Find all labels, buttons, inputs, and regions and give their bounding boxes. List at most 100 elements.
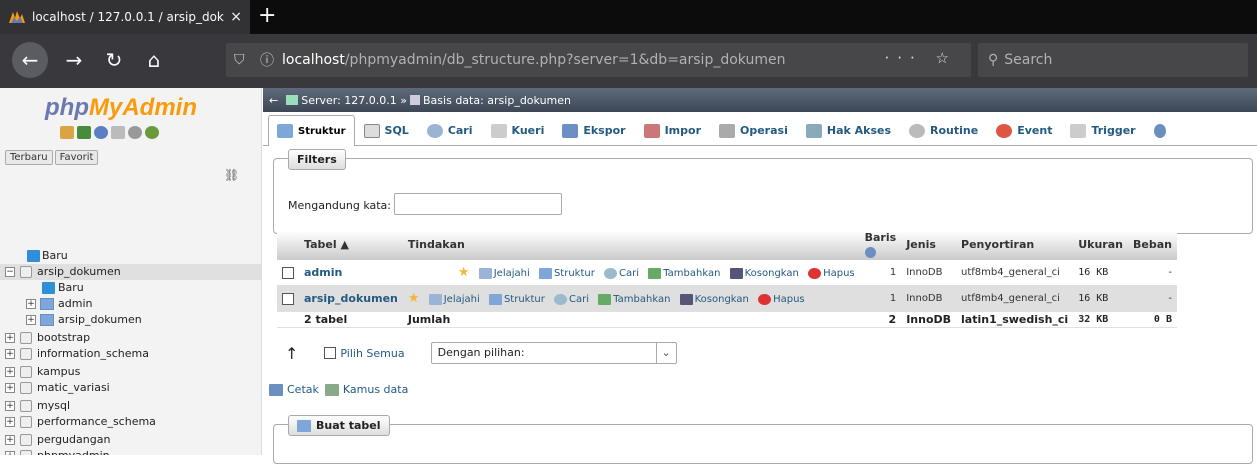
back-icon[interactable]: ←	[12, 42, 48, 78]
structure-link[interactable]: Struktur	[504, 294, 545, 305]
structure-icon	[277, 124, 293, 138]
expand-icon[interactable]: +	[5, 367, 15, 377]
help-icon[interactable]	[864, 246, 876, 258]
create-table-legend[interactable]: Buat tabel	[288, 415, 390, 436]
empty-link[interactable]: Kosongkan	[745, 268, 799, 279]
collapse-sidebar-icon[interactable]: ←	[269, 94, 278, 107]
browse-link[interactable]: Jelajahi	[444, 294, 480, 305]
table-name-link[interactable]: arsip_dokumen	[299, 285, 403, 312]
tab-triggers[interactable]: Trigger	[1061, 115, 1144, 145]
phpmyadmin-favicon-icon	[9, 11, 25, 23]
tables-list: Tabel ▲ Tindakan Baris Jenis Penyortiran…	[277, 231, 1177, 328]
tab-privileges[interactable]: Hak Akses	[797, 115, 900, 145]
tab-operations[interactable]: Operasi	[710, 115, 797, 145]
exit-icon[interactable]	[77, 126, 91, 139]
url-path: /phpmyadmin/db_structure.php?server=1&db…	[344, 52, 786, 68]
filter-input[interactable]	[394, 193, 562, 215]
select-all-label[interactable]: Pilih Semua	[340, 347, 404, 360]
tab-query[interactable]: Kueri	[482, 115, 554, 145]
col-rows[interactable]: Baris	[859, 231, 902, 260]
phpmyadmin-logo[interactable]: phpMyAdmin	[45, 94, 197, 122]
insert-link[interactable]: Tambahkan	[613, 294, 670, 305]
insert-link[interactable]: Tambahkan	[663, 268, 720, 279]
structure-link[interactable]: Struktur	[554, 268, 595, 279]
expand-icon[interactable]: +	[5, 333, 15, 343]
site-info-icon[interactable]: ⓘ	[260, 50, 282, 70]
select-all-checkbox[interactable]	[324, 347, 337, 359]
new-icon	[42, 282, 55, 294]
with-selected-dropdown[interactable]: Dengan pilihan: ⌄	[430, 342, 677, 364]
tracking-shield-icon[interactable]: ⛉	[234, 52, 256, 68]
favorite-star-icon[interactable]: ★	[408, 291, 420, 306]
tab-export[interactable]: Ekspor	[553, 115, 634, 145]
tab-search[interactable]: Cari	[418, 115, 482, 145]
link-icon[interactable]: ⛓	[224, 168, 239, 182]
tab-events[interactable]: Event	[987, 115, 1061, 145]
breadcrumb-database[interactable]: Basis data: arsip_dokumen	[423, 94, 571, 107]
tree-item-mysql[interactable]: + mysql	[0, 398, 261, 414]
tab-close-icon[interactable]: ×	[230, 9, 242, 25]
tree-item-arsip-dokumen[interactable]: − arsip_dokumen	[0, 264, 261, 280]
home-icon[interactable]	[60, 126, 74, 139]
table-name-link[interactable]: admin	[299, 259, 403, 286]
url-bar[interactable]: ⛉ ⓘ localhost/phpmyadmin/db_structure.ph…	[226, 43, 971, 77]
home-icon[interactable]: ⌂	[136, 42, 172, 78]
search-link[interactable]: Cari	[569, 294, 589, 305]
tree-item-table-admin[interactable]: + admin	[0, 296, 261, 312]
tree-item-pergudangan[interactable]: + pergudangan	[0, 432, 261, 448]
col-table[interactable]: Tabel ▲	[299, 231, 403, 260]
row-overhead: -	[1127, 259, 1177, 286]
tree-item-phpmyadmin[interactable]: + phpmyadmin	[0, 448, 261, 455]
expand-icon[interactable]: +	[26, 315, 36, 325]
expand-icon[interactable]: +	[5, 451, 15, 455]
reload-icon[interactable]	[145, 126, 159, 139]
expand-icon[interactable]: +	[5, 435, 15, 445]
forward-icon[interactable]: →	[56, 42, 92, 78]
collapse-icon[interactable]: −	[5, 267, 15, 277]
expand-icon[interactable]: +	[5, 349, 15, 359]
tree-item-bootstrap[interactable]: + bootstrap	[0, 330, 261, 346]
expand-icon[interactable]: +	[26, 299, 36, 309]
expand-icon[interactable]: +	[5, 401, 15, 411]
row-checkbox[interactable]	[282, 267, 294, 279]
recent-button[interactable]: Terbaru	[5, 150, 53, 165]
tree-item-information-schema[interactable]: + information_schema	[0, 346, 261, 362]
new-tab-icon[interactable]: +	[258, 2, 276, 30]
empty-link[interactable]: Kosongkan	[695, 294, 749, 305]
tab-sql[interactable]: SQL	[355, 115, 418, 145]
favorite-star-icon[interactable]: ★	[458, 265, 470, 280]
search-link[interactable]: Cari	[619, 268, 639, 279]
expand-icon[interactable]: +	[5, 417, 15, 427]
tree-item-table-arsip-dokumen[interactable]: + arsip_dokumen	[0, 312, 261, 328]
tree-item-kampus[interactable]: + kampus	[0, 364, 261, 380]
settings-icon[interactable]	[128, 126, 142, 139]
browser-tab-active[interactable]: localhost / 127.0.0.1 / arsip_dok ×	[0, 0, 250, 34]
tree-item-new-table[interactable]: Baru	[0, 280, 261, 296]
help-icon[interactable]	[94, 126, 108, 139]
tree-item-performance-schema[interactable]: + performance_schema	[0, 414, 261, 430]
row-size[interactable]: 16 KB	[1073, 285, 1128, 312]
clock-icon	[996, 123, 1013, 138]
tab-more[interactable]	[1145, 115, 1180, 145]
favorite-button[interactable]: Favorit	[54, 150, 99, 165]
dictionary-link[interactable]: Kamus data	[343, 383, 408, 396]
drop-link[interactable]: Hapus	[823, 268, 855, 279]
page-actions-icon[interactable]: ··· ☆	[884, 49, 957, 67]
reload-icon[interactable]: ↻	[96, 42, 132, 78]
print-link[interactable]: Cetak	[287, 383, 319, 396]
drop-link[interactable]: Hapus	[773, 294, 805, 305]
browser-navbar: ← → ↻ ⌂ ⛉ ⓘ localhost/phpmyadmin/db_stru…	[0, 34, 1257, 88]
browser-search-input[interactable]: ⚲ Search	[978, 43, 1248, 77]
row-checkbox[interactable]	[282, 293, 294, 305]
tab-routines[interactable]: Routine	[900, 115, 987, 145]
breadcrumb-server[interactable]: Server: 127.0.0.1 »	[301, 94, 407, 107]
tree-item-matic-variasi[interactable]: + matic_variasi	[0, 380, 261, 396]
import-icon	[643, 123, 660, 138]
docs-icon[interactable]	[111, 126, 125, 139]
browse-link[interactable]: Jelajahi	[494, 268, 530, 279]
tree-item-new-db[interactable]: Baru	[0, 248, 261, 264]
expand-icon[interactable]: +	[5, 383, 15, 393]
tab-structure[interactable]: Struktur	[268, 115, 355, 146]
tab-import[interactable]: Impor	[635, 115, 710, 145]
row-size[interactable]: 16 KB	[1073, 259, 1128, 286]
